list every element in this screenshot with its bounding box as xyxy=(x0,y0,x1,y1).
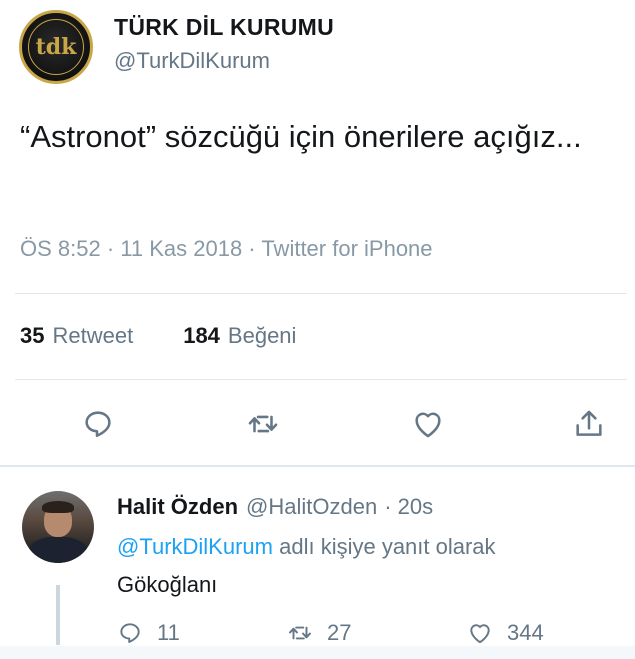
reply-reply-button[interactable]: 11 xyxy=(117,620,180,646)
reply-time[interactable]: · 20s xyxy=(384,494,433,520)
reply-to-mention[interactable]: @TurkDilKurum xyxy=(117,534,273,559)
reply-author-avatar[interactable] xyxy=(22,491,94,563)
retweet-button[interactable] xyxy=(243,404,283,444)
reply-icon xyxy=(85,411,111,438)
heart-icon xyxy=(415,412,441,438)
tweet-text: “Astronot” sözcüğü için önerilere açığız… xyxy=(20,119,582,154)
reply-author-name[interactable]: Halit Özden xyxy=(117,494,238,520)
retweet-icon xyxy=(248,415,278,433)
retweet-stat[interactable]: 35 Retweet xyxy=(20,323,133,349)
thread-line xyxy=(56,585,60,645)
retweet-count: 35 xyxy=(20,323,45,348)
like-label: Beğeni xyxy=(227,323,297,348)
reply-retweet-button[interactable]: 27 xyxy=(287,620,351,646)
author-avatar[interactable]: tdk xyxy=(19,10,93,84)
share-button[interactable] xyxy=(569,404,609,444)
retweet-label: Retweet xyxy=(52,323,134,348)
like-button[interactable] xyxy=(408,404,448,444)
section-divider xyxy=(0,465,635,467)
author-handle[interactable]: @TurkDilKurum xyxy=(114,48,270,74)
reply-context: @TurkDilKurum adlı kişiye yanıt olarak xyxy=(117,534,496,560)
reply-button[interactable] xyxy=(78,404,118,444)
author-name[interactable]: TÜRK DİL KURUMU xyxy=(114,14,334,41)
reply-to-label: adlı kişiye yanıt olarak xyxy=(279,534,496,559)
like-count: 184 xyxy=(183,323,220,348)
reply-like-button[interactable]: 344 xyxy=(467,620,544,646)
divider xyxy=(15,293,627,294)
heart-icon xyxy=(470,624,490,644)
reply-retweet-count: 27 xyxy=(327,620,352,645)
reply-text: Gökoğlanı xyxy=(117,572,218,597)
tdk-logo: tdk xyxy=(28,19,84,75)
reply-author-handle[interactable]: @HalitOzden xyxy=(246,494,377,520)
reply-reply-count: 11 xyxy=(157,620,180,645)
reply-like-count: 344 xyxy=(507,620,544,645)
tweet-stats: 35 Retweet 184 Beğeni xyxy=(20,323,346,349)
tdk-logo-text: tdk xyxy=(35,34,77,60)
like-stat[interactable]: 184 Beğeni xyxy=(183,323,296,349)
bottom-edge xyxy=(0,646,635,659)
tweet-meta: ÖS 8:52 · 11 Kas 2018 · Twitter for iPho… xyxy=(20,236,433,261)
retweet-icon xyxy=(289,626,311,640)
share-icon xyxy=(576,410,602,436)
reply-icon xyxy=(120,623,140,643)
reply-header: Halit Özden @HalitOzden · 20s xyxy=(117,494,433,520)
divider xyxy=(15,379,627,380)
